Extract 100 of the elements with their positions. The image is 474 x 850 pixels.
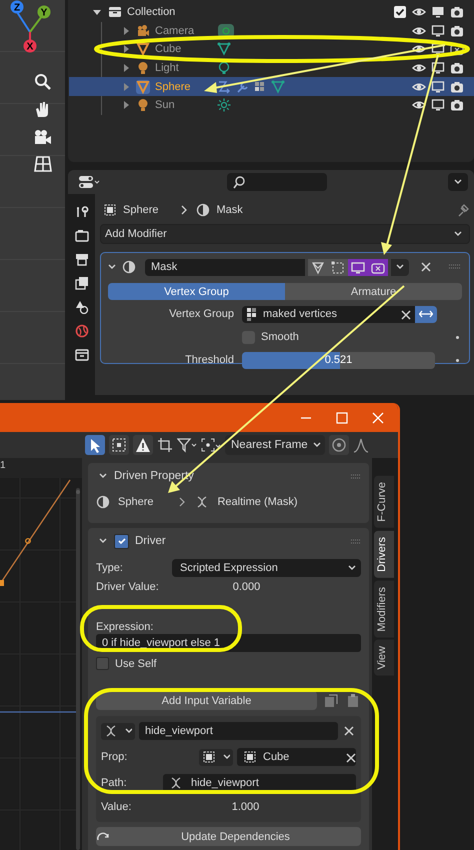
refresh-icon xyxy=(96,832,110,842)
field-label: Type: xyxy=(96,562,124,574)
decorator-dot xyxy=(456,358,459,362)
axis-handle[interactable]: Y xyxy=(29,6,50,33)
interpolation-dropdown[interactable]: Nearest Frame xyxy=(225,435,325,455)
close-icon[interactable] xyxy=(418,260,433,274)
axis-handle[interactable]: Z xyxy=(10,0,31,33)
camera-icon[interactable] xyxy=(450,80,464,94)
object-name: Cube xyxy=(155,43,182,56)
outliner-row[interactable]: Cube xyxy=(69,40,474,59)
monitor-icon[interactable] xyxy=(431,80,445,94)
vertex-group-icon xyxy=(246,307,257,321)
vertex-group-field[interactable]: maked vertices xyxy=(242,306,415,322)
variable-name-field[interactable]: hide_viewport xyxy=(139,722,338,740)
mode-tab[interactable]: Armature xyxy=(285,283,462,300)
object-name: Sphere xyxy=(155,80,192,93)
update-dependencies-button[interactable]: Update Dependencies xyxy=(96,827,361,846)
bulb-data-icon xyxy=(217,61,231,76)
invert-toggle[interactable] xyxy=(415,306,437,322)
falloff-icon[interactable] xyxy=(353,437,369,453)
id-type-icon[interactable] xyxy=(202,750,216,764)
camera-icon[interactable] xyxy=(450,5,464,20)
paste-icon[interactable] xyxy=(345,692,361,708)
maximize-icon[interactable] xyxy=(336,412,348,424)
clear-icon[interactable] xyxy=(344,751,356,763)
box-icon[interactable] xyxy=(74,348,88,362)
checkbox-label[interactable]: Smooth xyxy=(261,331,299,343)
camera-icon[interactable] xyxy=(450,98,464,112)
render-toggle[interactable] xyxy=(368,258,388,276)
search-field[interactable] xyxy=(227,173,327,191)
driver-type-dropdown[interactable]: Scripted Expression xyxy=(172,558,361,576)
object-name: Sun xyxy=(155,99,176,112)
sidebar-tab[interactable]: View xyxy=(374,640,394,676)
double-arrow-icon xyxy=(419,309,433,319)
triangle-icon xyxy=(136,80,150,94)
slider-value: 0.521 xyxy=(324,354,352,366)
object-name: Light xyxy=(155,62,180,74)
edit-mode-toggle[interactable] xyxy=(308,258,328,276)
camera-icon[interactable] xyxy=(450,24,464,38)
mode-tab[interactable]: Vertex Group xyxy=(108,283,285,300)
monitor-icon[interactable] xyxy=(431,98,445,112)
collection-name[interactable]: Collection xyxy=(127,6,176,18)
filter-icon[interactable] xyxy=(177,437,197,453)
vertex-group-icon xyxy=(253,80,267,94)
close-icon[interactable] xyxy=(372,412,384,424)
monitor-icon[interactable] xyxy=(431,24,445,38)
decorator-dot xyxy=(456,336,459,338)
outliner-row[interactable]: Camera xyxy=(69,22,474,40)
checkbox[interactable] xyxy=(393,5,407,20)
checkbox-label[interactable]: Use Self xyxy=(115,658,157,670)
add-modifier-dropdown[interactable]: Add Modifier xyxy=(100,224,470,244)
field-label: Threshold xyxy=(184,354,235,366)
tool-button[interactable] xyxy=(109,435,129,455)
prop-object-field[interactable]: Cube xyxy=(237,748,356,766)
editor-type-icon[interactable] xyxy=(78,174,100,190)
camera-back-icon[interactable] xyxy=(74,228,88,242)
sidebar-tab[interactable]: F-Curve xyxy=(374,476,394,528)
outliner-row[interactable]: Sphere xyxy=(69,77,474,96)
grid-icon[interactable] xyxy=(33,154,53,174)
warning-icon xyxy=(135,437,151,453)
clear-icon[interactable] xyxy=(399,308,411,320)
globe-icon[interactable] xyxy=(74,324,88,338)
tool-button[interactable] xyxy=(85,435,105,455)
field-label: Expression: xyxy=(96,620,154,632)
object-name: Camera xyxy=(155,24,196,37)
monitor-icon[interactable] xyxy=(431,42,445,56)
property-icon xyxy=(169,776,183,790)
proportional-icon[interactable] xyxy=(331,437,347,453)
copy-icon[interactable] xyxy=(323,692,339,708)
pivot-icon[interactable] xyxy=(201,438,221,452)
checkbox[interactable] xyxy=(114,534,129,548)
crop-icon[interactable] xyxy=(157,437,173,453)
wrench-screwdriver-icon[interactable] xyxy=(74,204,88,218)
breadcrumb-item[interactable]: Sphere xyxy=(123,204,158,216)
options-dropdown[interactable] xyxy=(448,173,468,191)
printer-icon[interactable] xyxy=(74,252,88,266)
remove-icon[interactable] xyxy=(342,724,356,738)
monitor-icon[interactable] xyxy=(431,61,445,76)
sidebar-tab[interactable]: Modifiers xyxy=(374,580,394,638)
variable-type-icon[interactable] xyxy=(104,724,118,738)
outliner-row[interactable]: Sun xyxy=(69,96,474,115)
checkbox[interactable] xyxy=(96,657,109,670)
shapes-icon[interactable] xyxy=(74,300,88,314)
breadcrumb-item[interactable]: Mask xyxy=(216,204,243,216)
panel-title[interactable]: Driver xyxy=(135,535,166,547)
add-variable-button[interactable]: Add Input Variable xyxy=(96,691,317,710)
image-stack-icon[interactable] xyxy=(74,276,88,290)
outliner-row[interactable]: Light xyxy=(69,58,474,78)
mask-modifier-icon xyxy=(196,203,210,217)
monitor-icon[interactable] xyxy=(431,5,445,20)
pin-icon[interactable] xyxy=(456,203,470,217)
camera-icon[interactable] xyxy=(450,61,464,76)
tool-button[interactable] xyxy=(133,435,153,455)
viewport-toggle[interactable] xyxy=(348,258,368,276)
threshold-slider[interactable]: 0.521 xyxy=(242,352,435,368)
cage-toggle[interactable] xyxy=(328,258,348,276)
collection-icon xyxy=(108,5,122,20)
modifier-name-field[interactable]: Mask xyxy=(145,258,306,276)
sidebar-tab[interactable]: Drivers xyxy=(374,530,394,578)
zoom-icon[interactable] xyxy=(33,72,53,92)
